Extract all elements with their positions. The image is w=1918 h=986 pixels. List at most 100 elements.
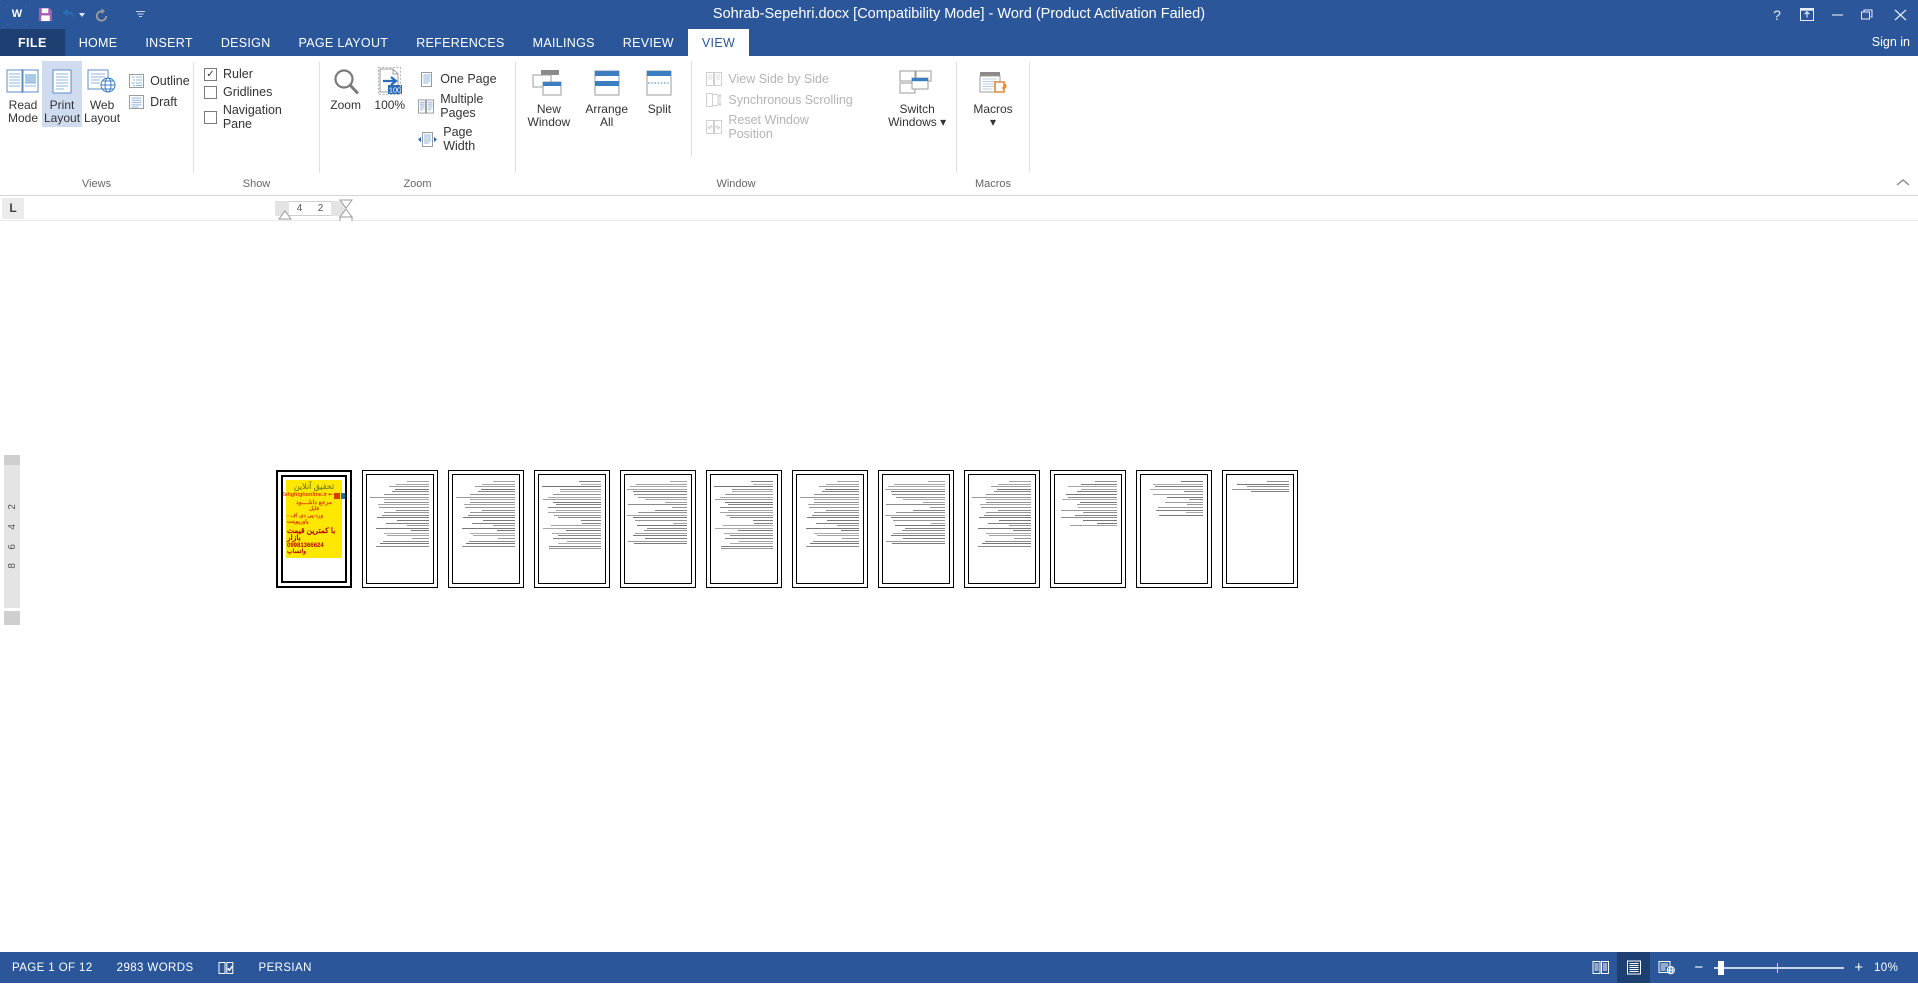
view-side-by-side-icon: [706, 71, 723, 87]
zoom-slider-thumb[interactable]: [1718, 960, 1724, 975]
read-mode-button[interactable]: Read Mode: [4, 61, 42, 127]
tab-file[interactable]: FILE: [0, 29, 65, 56]
sign-in-link[interactable]: Sign in: [1872, 29, 1910, 56]
redo-icon[interactable]: [88, 2, 114, 28]
text-line: [581, 519, 601, 521]
tab-view[interactable]: VIEW: [687, 29, 750, 56]
restore-icon[interactable]: [1852, 0, 1882, 29]
text-line: [581, 522, 601, 524]
zoom-100-button[interactable]: 100 100%: [367, 61, 412, 114]
word-count[interactable]: 2983 WORDS: [105, 952, 206, 983]
page-thumbnail-11[interactable]: [1136, 470, 1212, 588]
text-line: [496, 530, 515, 532]
proofing-errors-icon[interactable]: [206, 952, 247, 983]
web-layout-button[interactable]: Web Layout: [82, 61, 122, 127]
text-line: [978, 517, 1031, 519]
switch-windows-button[interactable]: Switch Windows ▾: [882, 61, 952, 133]
read-mode-view-button[interactable]: [1584, 952, 1617, 983]
text-line: [806, 527, 859, 529]
zoom-in-button[interactable]: +: [1853, 959, 1865, 976]
text-line: [469, 501, 515, 503]
new-window-button[interactable]: New Window: [520, 61, 578, 133]
page-thumbnail-2[interactable]: [362, 470, 438, 588]
customize-qat-icon[interactable]: [127, 2, 153, 28]
ruler-checkbox[interactable]: ✓ Ruler: [204, 67, 313, 81]
text-line: [551, 525, 601, 527]
text-line: [806, 517, 859, 519]
ribbon-display-options-icon[interactable]: [1792, 0, 1822, 29]
zoom-slider[interactable]: [1714, 960, 1844, 975]
text-line: [383, 501, 429, 503]
tab-mailings[interactable]: MAILINGS: [519, 29, 609, 56]
page-width-button[interactable]: Page Width: [418, 125, 507, 153]
text-line: [1066, 493, 1117, 495]
text-line: [627, 488, 687, 490]
navigation-pane-checkbox-box[interactable]: [204, 110, 217, 124]
ad-color-swatch-2: [340, 492, 345, 499]
text-line: [842, 538, 859, 540]
reset-window-position-label: Reset Window Position: [728, 113, 809, 141]
gridlines-label: Gridlines: [223, 85, 273, 99]
text-line: [1067, 496, 1117, 498]
page-thumbnail-4[interactable]: [534, 470, 610, 588]
tab-home[interactable]: HOME: [65, 29, 132, 56]
text-line: [985, 540, 1031, 542]
text-line: [837, 481, 859, 482]
web-layout-view-button[interactable]: [1650, 952, 1683, 983]
arrange-all-button[interactable]: Arrange All: [578, 61, 636, 133]
tab-review[interactable]: REVIEW: [609, 29, 688, 56]
text-line: [753, 522, 773, 524]
vertical-ruler[interactable]: 2 4 6 8: [4, 465, 20, 608]
page-thumbnail-3[interactable]: [448, 470, 524, 588]
tab-stop-selector[interactable]: L: [2, 197, 24, 219]
text-line: [383, 493, 429, 495]
gridlines-checkbox[interactable]: Gridlines: [204, 85, 313, 99]
outline-button[interactable]: Outline: [128, 73, 190, 89]
minimize-icon[interactable]: [1822, 0, 1852, 29]
right-indent-marker[interactable]: [338, 199, 354, 221]
draft-button[interactable]: Draft: [128, 94, 190, 110]
page-status[interactable]: PAGE 1 OF 12: [0, 952, 105, 983]
text-line: [723, 525, 773, 527]
save-icon[interactable]: [32, 2, 58, 28]
text-line: [635, 483, 687, 485]
text-line: [825, 509, 859, 511]
macros-button[interactable]: Macros ▾: [964, 61, 1022, 133]
text-line: [628, 504, 687, 506]
one-page-button[interactable]: One Page: [418, 71, 507, 87]
tab-insert[interactable]: INSERT: [131, 29, 206, 56]
zoom-percentage[interactable]: 10%: [1874, 962, 1904, 974]
help-icon[interactable]: ?: [1762, 0, 1792, 29]
collapse-ribbon-button[interactable]: [1896, 178, 1910, 191]
left-indent-marker[interactable]: [277, 210, 293, 220]
print-layout-button[interactable]: Print Layout: [42, 61, 83, 127]
multiple-pages-button[interactable]: Multiple Pages: [418, 92, 507, 120]
tab-references[interactable]: REFERENCES: [402, 29, 518, 56]
language-status[interactable]: PERSIAN: [247, 952, 324, 983]
document-canvas[interactable]: 2 4 6 8 تحقیق آنلاین Tahghighonline.ir ⇜…: [0, 221, 1918, 952]
tab-design[interactable]: DESIGN: [207, 29, 285, 56]
text-line: [1181, 481, 1203, 482]
gridlines-checkbox-box[interactable]: [204, 85, 217, 99]
close-icon[interactable]: [1882, 0, 1918, 29]
page-thumbnail-7[interactable]: [792, 470, 868, 588]
text-line: [548, 548, 601, 550]
text-line: [543, 527, 601, 529]
page-thumbnail-6[interactable]: [706, 470, 782, 588]
page-thumbnail-5[interactable]: [620, 470, 696, 588]
print-layout-view-button[interactable]: [1617, 952, 1650, 983]
ribbon-group-window: New Window Arrange All Split View Side b…: [516, 56, 956, 196]
zoom-button[interactable]: Zoom: [324, 61, 367, 114]
tab-page-layout[interactable]: PAGE LAYOUT: [285, 29, 403, 56]
page-thumbnail-9[interactable]: [964, 470, 1040, 588]
page-thumbnail-1[interactable]: تحقیق آنلاین Tahghighonline.ir ⇜ مرجع دا…: [276, 470, 352, 588]
page-thumbnail-10[interactable]: [1050, 470, 1126, 588]
ruler-checkbox-box[interactable]: ✓: [204, 67, 217, 81]
page-thumbnail-12[interactable]: [1222, 470, 1298, 588]
page-thumbnail-8[interactable]: [878, 470, 954, 588]
undo-icon[interactable]: [60, 2, 86, 28]
text-line: [890, 535, 945, 537]
zoom-out-button[interactable]: −: [1693, 959, 1705, 976]
split-button[interactable]: Split: [636, 61, 684, 120]
navigation-pane-checkbox[interactable]: Navigation Pane: [204, 103, 313, 131]
